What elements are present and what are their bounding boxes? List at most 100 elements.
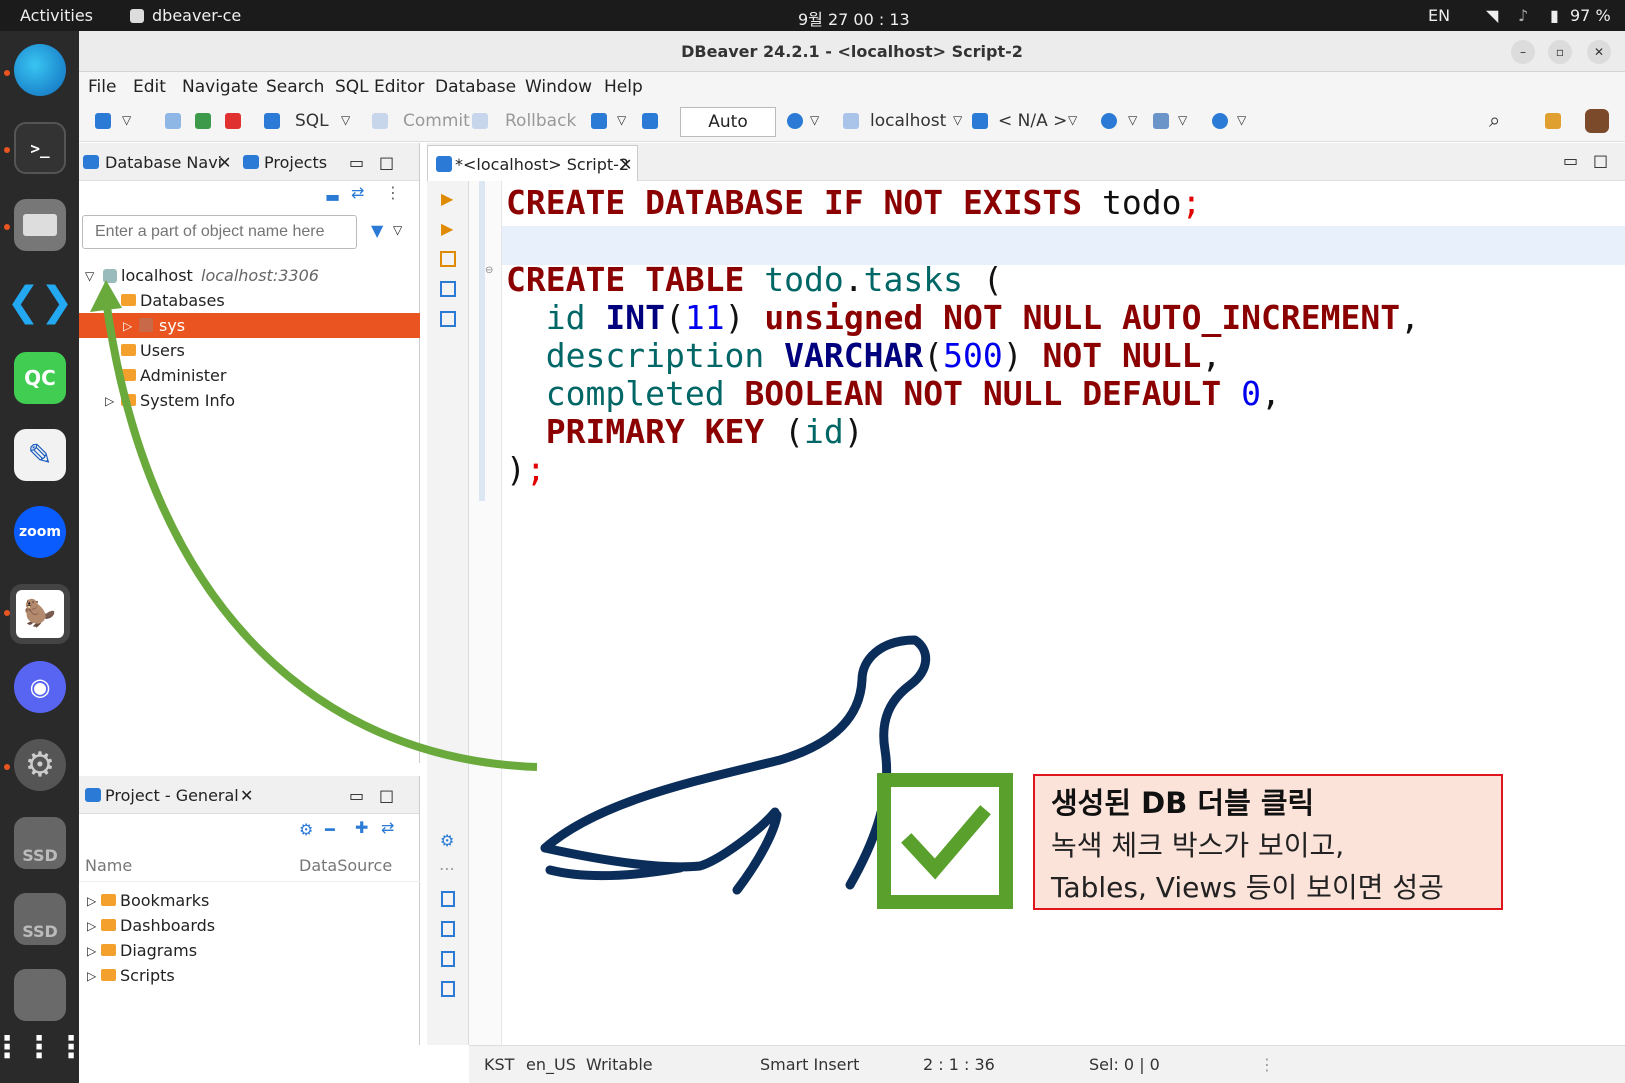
chevron-right-icon[interactable]: ▷ (105, 394, 114, 408)
close-icon[interactable]: ✕ (218, 153, 231, 172)
chevron-right-icon[interactable]: ▷ (123, 319, 132, 333)
execute-script-icon[interactable] (440, 251, 456, 267)
close-button[interactable]: ✕ (1587, 40, 1611, 64)
configure-gear-icon[interactable]: ⚙ (299, 820, 313, 839)
discord-icon[interactable]: ◉ (14, 661, 66, 713)
menu-sql-editor[interactable]: SQL Editor (335, 77, 424, 97)
tools-icon[interactable] (1153, 113, 1169, 129)
project-item-scripts[interactable]: ▷ Scripts (79, 963, 420, 988)
transaction-mode-icon[interactable] (591, 113, 607, 129)
chevron-down-icon[interactable]: ▽ (1128, 113, 1137, 127)
column-datasource[interactable]: DataSource (299, 856, 392, 875)
sql-code-editor[interactable]: CREATE DATABASE IF NOT EXISTS todo; CREA… (502, 181, 1625, 1045)
rollback-button[interactable]: Rollback (505, 111, 576, 131)
chevron-down-icon[interactable]: ▽ (85, 269, 94, 283)
tree-item-sys[interactable]: ▷ sys (79, 313, 420, 338)
rollback-icon[interactable] (472, 113, 488, 129)
vscode-icon[interactable]: ❮❯ (6, 276, 73, 328)
tab-project-general[interactable]: Project - General (105, 786, 239, 805)
tab-projects[interactable]: Projects (264, 153, 327, 172)
show-apps-grid-icon[interactable]: ⋮⋮⋮ (0, 1021, 86, 1073)
tree-item-users[interactable]: Users (79, 338, 420, 363)
minimize-button[interactable]: – (1511, 40, 1535, 64)
chevron-down-icon[interactable]: ▽ (122, 113, 131, 127)
outline-icon[interactable] (441, 981, 455, 997)
link-editor-icon[interactable]: ⇄ (351, 183, 364, 202)
output-icon[interactable] (441, 891, 455, 907)
tree-item-system-info[interactable]: ▷ System Info (79, 388, 420, 413)
chevron-down-icon[interactable]: ▽ (1068, 113, 1077, 127)
maximize-view-icon[interactable]: □ (379, 153, 394, 172)
text-editor-icon[interactable]: ✎ (14, 429, 66, 481)
link-editor-icon[interactable]: ⇄ (381, 818, 394, 837)
trash-icon[interactable] (14, 969, 66, 1021)
chevron-right-icon[interactable]: ▷ (87, 894, 96, 908)
chevron-right-icon[interactable]: ▷ (87, 944, 96, 958)
commit-icon[interactable] (372, 113, 388, 129)
console-icon[interactable] (440, 311, 456, 327)
auto-commit-mode[interactable]: Auto (680, 107, 776, 137)
menu-file[interactable]: File (88, 77, 116, 97)
settings-gear-icon[interactable]: ⚙ (440, 831, 454, 850)
status-menu-icon[interactable]: ⋮ (1259, 1055, 1275, 1074)
new-connection-icon[interactable] (95, 113, 111, 129)
add-icon[interactable]: ✚ (355, 818, 368, 837)
tab-script-2[interactable]: *<localhost> Script-2 ✕ (427, 145, 638, 181)
more-icon[interactable]: ⋯ (439, 859, 455, 878)
tab-database-navigator[interactable]: Database Navi (105, 153, 222, 172)
chevron-down-icon[interactable]: ▽ (953, 113, 962, 127)
chevron-down-icon[interactable]: ▽ (617, 113, 626, 127)
fold-toggle-icon[interactable]: ⊖ (485, 265, 493, 276)
chevron-down-icon[interactable]: ▽ (1178, 113, 1187, 127)
minimize-view-icon[interactable]: ▭ (349, 153, 364, 172)
app-menu[interactable]: dbeaver-ce (152, 6, 241, 25)
close-icon[interactable]: ✕ (619, 155, 632, 174)
project-item-bookmarks[interactable]: ▷ Bookmarks (79, 888, 420, 913)
close-icon[interactable]: ✕ (240, 786, 253, 805)
dbeaver-icon[interactable]: 🦫 (10, 584, 70, 644)
chevron-down-icon[interactable]: ▽ (103, 294, 112, 308)
chevron-right-icon[interactable]: ▷ (87, 969, 96, 983)
ssd-drive-icon[interactable]: SSD (14, 817, 66, 869)
battery-icon[interactable]: ▮ (1550, 6, 1559, 25)
clock[interactable]: 9월 27 00 : 13 (798, 6, 910, 30)
sql-button[interactable]: SQL (295, 111, 329, 131)
execute-statement-icon[interactable]: ▶ (441, 189, 453, 208)
volume-muted-icon[interactable]: ♪ (1518, 6, 1528, 25)
chevron-down-icon[interactable]: ▽ (1237, 113, 1246, 127)
collapse-all-icon[interactable]: ━ (325, 820, 335, 839)
active-connection-selector[interactable]: localhost (870, 111, 946, 131)
dbeaver-perspective-icon[interactable] (1585, 109, 1609, 133)
edge-browser-icon[interactable] (14, 44, 66, 96)
disconnect-icon[interactable] (225, 113, 241, 129)
menu-search[interactable]: Search (266, 77, 324, 97)
connect-icon[interactable] (165, 113, 181, 129)
execute-new-tab-icon[interactable]: ▶ (441, 219, 453, 238)
ssd-drive-icon[interactable]: SSD (14, 893, 66, 945)
chevron-right-icon[interactable]: ▷ (87, 919, 96, 933)
maximize-button[interactable]: ▫ (1548, 40, 1572, 64)
menu-navigate[interactable]: Navigate (182, 77, 258, 97)
maximize-view-icon[interactable]: □ (379, 786, 394, 805)
menu-database[interactable]: Database (435, 77, 516, 97)
terminal-icon[interactable]: >_ (14, 122, 66, 174)
zoom-icon[interactable]: zoom (14, 506, 66, 558)
chevron-down-icon[interactable]: ▽ (810, 113, 819, 127)
search-icon[interactable]: ⌕ (1489, 108, 1500, 132)
history-icon[interactable] (787, 113, 803, 129)
minimize-view-icon[interactable]: ▭ (349, 786, 364, 805)
dashboard-icon[interactable] (1101, 113, 1117, 129)
minimize-view-icon[interactable]: ▭ (1563, 151, 1578, 170)
maximize-view-icon[interactable]: □ (1593, 151, 1608, 170)
wifi-icon[interactable]: ◥ (1486, 6, 1498, 25)
chevron-down-icon[interactable]: ▽ (341, 113, 350, 127)
activities-button[interactable]: Activities (20, 6, 93, 25)
explain-plan-icon[interactable] (440, 281, 456, 297)
view-menu-icon[interactable]: ⋮ (385, 183, 401, 202)
tree-connection-localhost[interactable]: ▽ localhost localhost:3306 (79, 263, 420, 288)
project-item-dashboards[interactable]: ▷ Dashboards (79, 913, 420, 938)
lock-icon[interactable] (642, 113, 658, 129)
menu-help[interactable]: Help (604, 77, 643, 97)
settings-gear-icon[interactable]: ⚙ (14, 739, 66, 791)
tree-item-administer[interactable]: Administer (79, 363, 420, 388)
